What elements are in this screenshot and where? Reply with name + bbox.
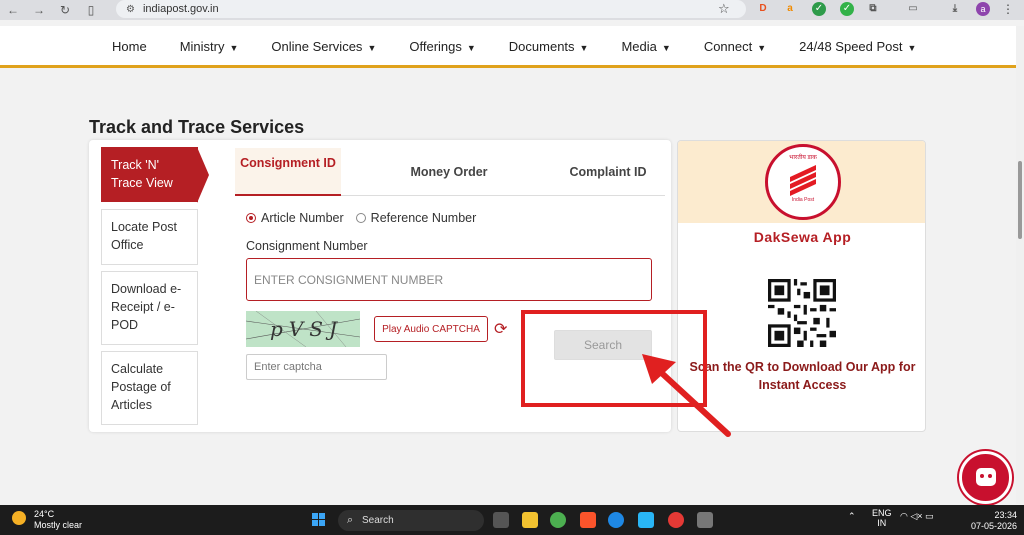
nav-speed-post[interactable]: 24/48 Speed Post ▼ [799,39,916,54]
app-title: DakSewa App [753,229,852,245]
consignment-number-label: Consignment Number [246,239,368,253]
tab-money-order[interactable]: Money Order [387,148,511,196]
extension-check-icon[interactable]: ✓ [840,2,854,16]
tab-complaint-id[interactable]: Complaint ID [551,148,665,196]
bookmark-star-icon[interactable]: ☆ [718,1,730,17]
consignment-number-input[interactable] [246,258,652,301]
refresh-captcha-icon[interactable]: ⟳ [494,319,507,339]
side-tab-locate-post-office[interactable]: Locate Post Office [101,209,198,265]
wifi-volume-battery-icons[interactable]: ◠ ◁× ▭ [900,511,934,522]
profile-avatar[interactable]: a [976,2,990,16]
site-info-icon[interactable]: ⚙ [126,4,135,15]
tray-chevron-icon[interactable]: ⌃ [848,511,856,521]
taskbar-clock[interactable]: 23:34 07-05-2026 [955,510,1017,532]
nav-offerings[interactable]: Offerings ▼ [409,39,475,54]
browser-menu-icon[interactable]: ⋮ [1002,2,1014,16]
logo-english-text: India Post [791,197,815,203]
app-banner: भारतीय डाक India Post [678,141,925,223]
url-text: indiapost.gov.in [142,3,219,15]
split-view-icon[interactable]: ▯ [78,3,104,17]
number-type-radios: Article Number Reference Number [246,211,488,225]
logo-hindi-text: भारतीय डाक [789,155,817,161]
radio-reference-number[interactable] [355,213,366,223]
windows-start-icon[interactable] [312,513,326,527]
snipping-tool-icon[interactable] [697,512,713,528]
tab-consignment-id[interactable]: Consignment ID [235,148,341,196]
weather-temp: 24°C [34,509,55,519]
consignment-type-tabs: Consignment ID Money Order Complaint ID [235,148,665,196]
caret-down-icon: ▼ [579,43,589,53]
nav-media[interactable]: Media ▼ [621,39,670,54]
task-view-icon[interactable] [493,512,509,528]
chrome-profile-icon[interactable] [668,512,684,528]
caret-down-icon: ▼ [661,43,671,53]
download-icon[interactable]: ⤓ [948,2,962,16]
extension-shield-icon[interactable]: ✓ [812,2,826,16]
radio-article-number[interactable] [246,213,256,223]
chatbot-button[interactable] [959,451,1012,504]
reload-icon[interactable]: ↻ [52,3,78,17]
caret-down-icon: ▼ [229,43,239,53]
nav-online-services[interactable]: Online Services ▼ [271,39,376,54]
caret-down-icon: ▼ [466,43,476,53]
notepad-icon[interactable] [638,512,654,528]
windows-taskbar: 24°C Mostly clear ⌕ Search ⌃ ENG IN ◠ ◁× … [0,505,1024,535]
tab-search-icon[interactable]: ▭ [906,2,920,16]
nav-home[interactable]: Home [112,39,147,54]
taskbar-search[interactable]: ⌕ Search [338,510,484,531]
app-qr-code[interactable] [768,279,836,347]
captcha-text: pVSJ [270,317,343,341]
edge-icon[interactable] [608,512,624,528]
annotation-arrow-icon [642,354,731,437]
india-post-bars-icon [790,164,816,197]
weather-icon [12,511,26,525]
nav-documents[interactable]: Documents ▼ [509,39,589,54]
back-icon[interactable]: ← [0,3,26,17]
chrome-icon[interactable] [550,512,566,528]
browser-toolbar: ← → ↻ ▯ ⚙ indiapost.gov.in ☆ D a ✓ ✓ ⧉ ▭… [0,0,1024,20]
radio-article-label[interactable]: Article Number [261,211,344,225]
nav-connect[interactable]: Connect ▼ [704,39,766,54]
weather-desc: Mostly clear [34,520,83,530]
language-indicator[interactable]: ENG IN [872,508,892,528]
india-post-logo: भारतीय डाक India Post [765,144,841,220]
extensions-puzzle-icon[interactable]: ⧉ [866,2,880,16]
caret-down-icon: ▼ [367,43,377,53]
caret-down-icon: ▼ [907,43,917,53]
address-bar[interactable]: ⚙ indiapost.gov.in [116,0,746,18]
system-tray: ⌃ ENG IN ◠ ◁× ▭ [848,508,934,528]
clock-date: 07-05-2026 [970,521,1017,531]
clock-time: 23:34 [994,510,1017,520]
side-tab-track-n-trace[interactable]: Track 'N' Trace View [101,147,209,203]
caret-down-icon: ▼ [757,43,767,53]
site-navigation: Home Ministry ▼ Online Services ▼ Offering… [0,26,1024,68]
extension-amazon-icon[interactable]: a [783,2,797,16]
page-scrollbar[interactable] [1016,26,1024,504]
search-icon: ⌕ [347,514,354,526]
brave-icon[interactable] [580,512,596,528]
page-title: Track and Trace Services [89,117,305,137]
taskbar-search-label: Search [362,515,394,526]
scrollbar-thumb[interactable] [1018,161,1022,239]
extension-d-icon[interactable]: D [756,2,770,16]
file-explorer-icon[interactable] [522,512,538,528]
forward-icon[interactable]: → [26,3,52,17]
side-tab-calculate-postage[interactable]: Calculate Postage of Articles [101,351,198,425]
robot-icon [976,468,996,486]
captcha-image: pVSJ [246,311,360,347]
play-audio-captcha-button[interactable]: Play Audio CAPTCHA [374,316,488,342]
side-tab-download-e-receipt[interactable]: Download e-Receipt / e-POD [101,271,198,345]
radio-reference-label[interactable]: Reference Number [371,211,477,225]
captcha-input[interactable] [246,354,387,380]
nav-ministry[interactable]: Ministry ▼ [180,39,239,54]
